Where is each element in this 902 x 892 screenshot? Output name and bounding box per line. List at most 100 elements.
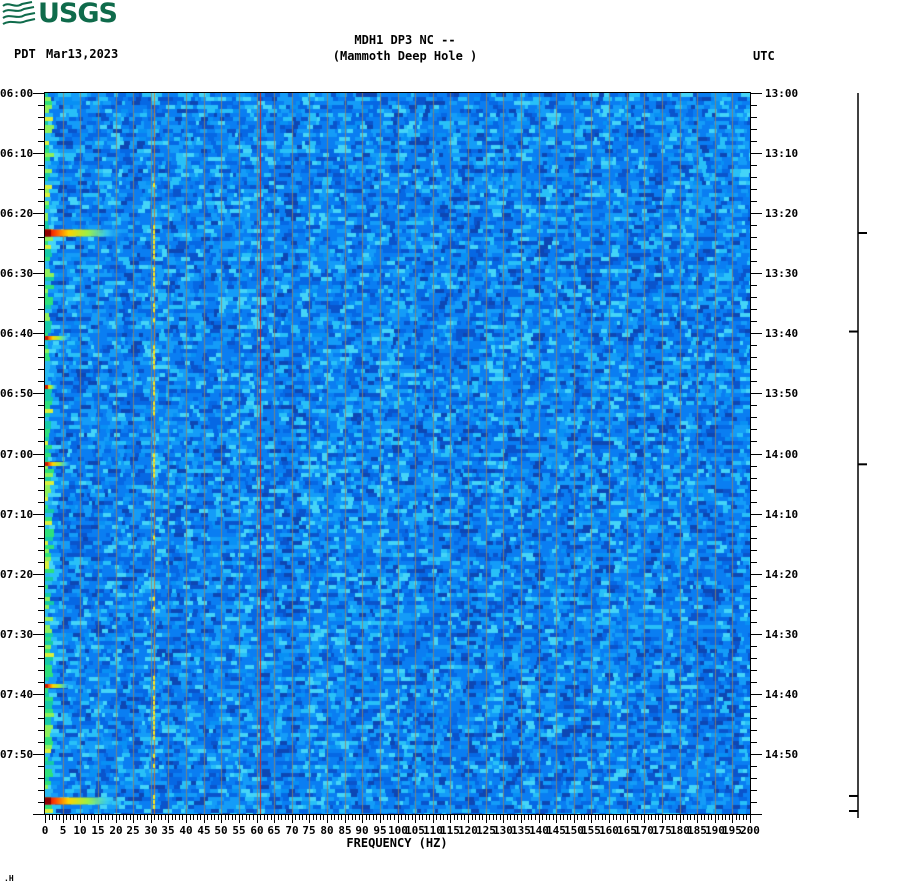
right-axis-tick-label: 13:30 [765,268,798,279]
bottom-axis-tick [228,815,229,820]
date-label: Mar13,2023 [46,47,118,61]
right-axis-tick [751,586,757,587]
left-axis-tick [38,742,44,743]
bottom-axis-tick [242,815,243,820]
left-axis-tick [38,466,44,467]
bottom-axis-tick [63,815,64,823]
bottom-axis-tick [746,815,747,820]
bottom-axis-tick [440,815,441,820]
bottom-axis-tick [503,815,504,823]
bottom-axis-tick [147,815,148,820]
bottom-axis-tick [715,815,716,823]
station-title: MDH1 DP3 NC -- [255,33,555,47]
bottom-axis-tick [630,815,631,820]
right-axis-tick [751,514,762,515]
bottom-axis-tick [369,815,370,820]
bottom-axis-tick [662,815,663,823]
bottom-axis-tick-label: 200 [735,825,765,836]
bottom-axis-tick [405,815,406,820]
bottom-axis-tick [475,815,476,820]
right-axis-tick [751,622,757,623]
left-axis-tick [38,345,44,346]
bottom-axis-tick [429,815,430,820]
bottom-axis-tick [556,815,557,823]
bottom-axis-tick [563,815,564,820]
bottom-axis-tick [218,815,219,820]
left-axis-tick [33,754,44,755]
bottom-axis-tick [98,815,99,823]
left-axis-tick [38,478,44,479]
bottom-axis-tick [214,815,215,820]
bottom-axis-tick [500,815,501,820]
bottom-axis-tick [422,815,423,820]
left-axis-tick [33,153,44,154]
bottom-axis-tick [496,815,497,820]
bottom-axis-tick [627,815,628,823]
bottom-axis-tick [701,815,702,820]
bottom-axis-tick [278,815,279,820]
right-axis-tick [751,610,757,611]
bottom-axis-tick [172,815,173,820]
right-axis-tick [751,201,757,202]
bottom-axis-tick [359,815,360,820]
left-axis-tick [38,321,44,322]
bottom-axis-tick [394,815,395,820]
left-axis-tick [38,105,44,106]
bottom-axis-tick [123,815,124,820]
bottom-axis-tick [137,815,138,820]
bottom-axis-tick [443,815,444,820]
bottom-axis-tick [560,815,561,820]
bottom-axis-tick [514,815,515,820]
bottom-axis-tick [739,815,740,820]
left-axis-tick [38,225,44,226]
right-axis-tick [751,441,757,442]
bottom-axis-tick [609,815,610,823]
bottom-axis-tick [412,815,413,820]
bottom-axis-tick [535,815,536,820]
left-axis-tick [38,538,44,539]
bottom-axis-tick [672,815,673,820]
bottom-axis-tick [87,815,88,820]
left-axis-tick [38,285,44,286]
bottom-axis-tick [457,815,458,820]
usgs-logo: USGS [2,1,117,27]
bottom-axis-tick [426,815,427,820]
bottom-axis-tick [119,815,120,820]
bottom-axis-tick [725,815,726,820]
right-axis-tick [751,249,757,250]
left-axis-tick [38,117,44,118]
bottom-axis-tick [70,815,71,820]
bottom-axis-tick [348,815,349,820]
right-axis-tick [751,538,757,539]
bottom-axis-tick [116,815,117,823]
left-axis-tick [33,454,44,455]
left-axis-tick-label: 07:20 [0,569,33,580]
bottom-axis-tick [161,815,162,820]
bottom-axis-tick [591,815,592,823]
right-axis-tick [751,297,757,298]
right-axis-tick [751,141,757,142]
bottom-axis-tick [320,815,321,820]
right-axis-tick [751,129,757,130]
left-axis-tick [33,213,44,214]
right-axis-tick-label: 14:20 [765,569,798,580]
right-axis-tick-label: 14:30 [765,629,798,640]
left-axis-tick [38,177,44,178]
left-axis-tick [38,718,44,719]
right-axis-tick-label: 14:10 [765,509,798,520]
bottom-axis-tick [52,815,53,820]
left-axis-tick [38,429,44,430]
bottom-axis-tick [309,815,310,823]
right-axis-tick [751,802,757,803]
left-axis-tick [33,634,44,635]
left-axis-tick-label: 07:30 [0,629,33,640]
bottom-axis-tick [595,815,596,820]
bottom-axis-tick [697,815,698,823]
bottom-axis-tick [144,815,145,820]
right-axis-tick [751,574,762,575]
bottom-axis-tick [729,815,730,820]
left-axis-tick [38,622,44,623]
left-axis-tick [38,441,44,442]
right-axis-tick [751,670,757,671]
right-axis-tick-label: 13:50 [765,388,798,399]
